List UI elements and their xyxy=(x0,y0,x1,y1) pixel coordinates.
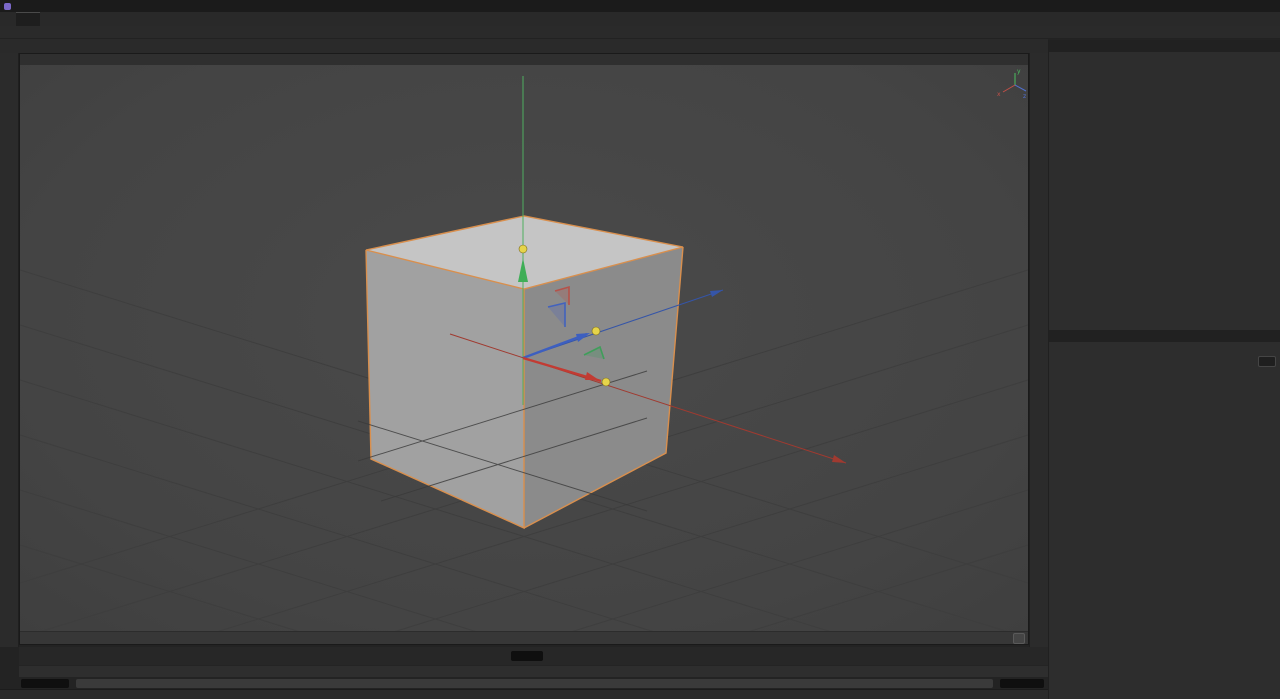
cube-left-face[interactable] xyxy=(366,250,524,528)
attributes-menu-bar xyxy=(1049,342,1280,355)
object-create-palette xyxy=(1029,53,1048,647)
viewport-canvas[interactable]: y x z xyxy=(20,65,1028,631)
cube-object[interactable] xyxy=(366,216,683,528)
title-bar xyxy=(0,0,1280,12)
timeline-ruler[interactable] xyxy=(19,665,1048,677)
left-tool-palette xyxy=(0,53,19,647)
grid-spacing-label xyxy=(1013,633,1025,644)
viewport[interactable]: y x z xyxy=(19,53,1029,645)
gizmo-x-handle[interactable] xyxy=(602,378,610,386)
gizmo-y-handle[interactable] xyxy=(519,245,527,253)
range-start-field[interactable] xyxy=(21,679,69,688)
attributes-panel xyxy=(1049,330,1280,699)
document-tab-row xyxy=(0,12,1280,26)
objects-menu-bar xyxy=(1049,52,1280,65)
section-title xyxy=(1049,372,1280,379)
axis-orientation-bug: y x z xyxy=(997,68,1026,100)
current-frame-field[interactable] xyxy=(511,651,543,661)
object-header-row xyxy=(1049,355,1280,368)
attributes-panel-tabs xyxy=(1049,330,1280,342)
x-axis-arrowhead xyxy=(832,455,846,463)
document-tab[interactable] xyxy=(16,12,40,26)
object-tree-row-cube[interactable] xyxy=(1049,65,1280,76)
gizmo-z-handle[interactable] xyxy=(592,327,600,335)
menu-bar xyxy=(0,26,1280,39)
preset-dropdown[interactable] xyxy=(1258,356,1276,367)
object-tree[interactable] xyxy=(1049,65,1280,330)
status-bar xyxy=(0,689,1048,699)
axis-bug-y-label: y xyxy=(1017,68,1021,75)
toolbar-center xyxy=(402,39,471,53)
timeline-range-row xyxy=(19,677,1048,689)
toolbar-left xyxy=(22,39,51,53)
main-toolbar xyxy=(0,39,1048,53)
toolbar-render xyxy=(963,39,972,53)
animation-toolbar xyxy=(19,647,1048,665)
range-end-field[interactable] xyxy=(1000,679,1044,688)
objects-panel-tabs xyxy=(1049,40,1280,52)
axis-bug-x-label: x xyxy=(997,91,1001,98)
viewport-menu-bar xyxy=(20,54,1028,65)
right-panel xyxy=(1048,40,1280,699)
z-axis-arrowhead xyxy=(710,290,723,297)
axis-bug-z-label: z xyxy=(1023,93,1026,100)
range-scrollbar[interactable] xyxy=(76,679,993,688)
viewport-status-bar xyxy=(20,631,1028,644)
app-icon xyxy=(4,3,11,10)
viewport-scene[interactable]: y x z xyxy=(20,65,1028,631)
